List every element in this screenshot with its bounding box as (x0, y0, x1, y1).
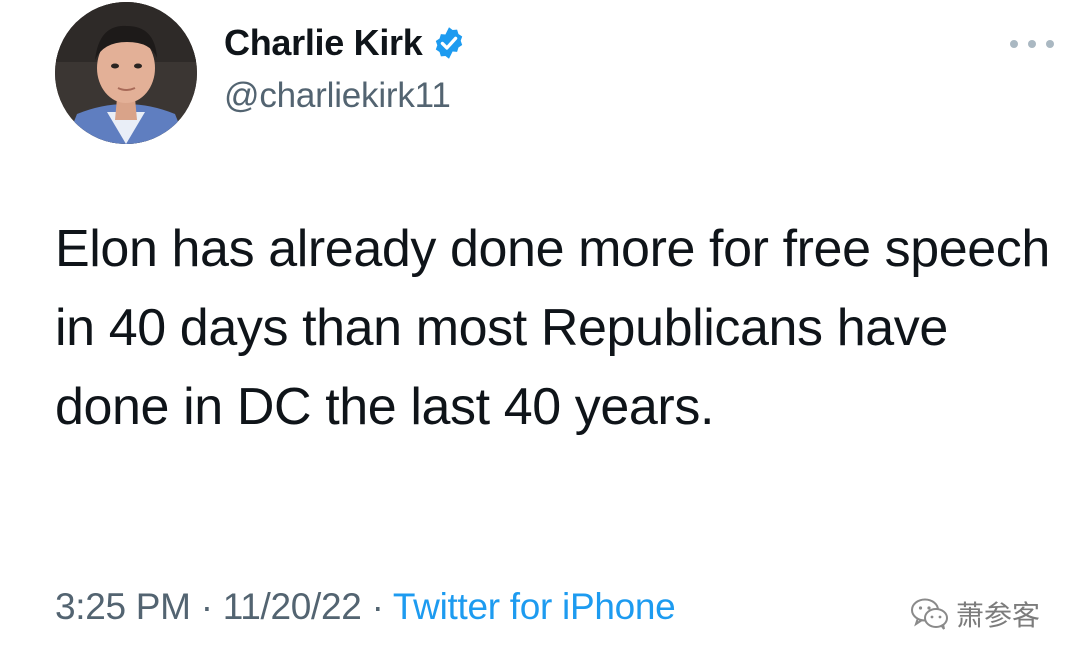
display-name[interactable]: Charlie Kirk (224, 22, 423, 64)
tweet-time[interactable]: 3:25 PM (55, 586, 191, 627)
more-dots-icon[interactable] (1010, 34, 1054, 54)
meta-separator: · (200, 586, 213, 627)
tweet-source-link[interactable]: Twitter for iPhone (393, 586, 676, 627)
tweet-meta: 3:25 PM · 11/20/22 · Twitter for iPhone (55, 586, 676, 628)
more-dot (1046, 40, 1054, 48)
watermark: 萧参客 (910, 594, 1040, 634)
author-name-row: Charlie Kirk (224, 18, 467, 68)
avatar-image (55, 2, 197, 144)
wechat-icon (911, 598, 948, 630)
tweet-date[interactable]: 11/20/22 (223, 586, 362, 627)
more-dot (1010, 40, 1018, 48)
user-handle[interactable]: @charliekirk11 (224, 76, 451, 116)
avatar[interactable] (55, 2, 197, 144)
tweet-text: Elon has already done more for free spee… (55, 220, 1050, 436)
verified-badge-icon (431, 25, 467, 61)
more-dot (1028, 40, 1036, 48)
meta-separator: · (371, 586, 384, 627)
watermark-text: 萧参客 (956, 599, 1041, 632)
